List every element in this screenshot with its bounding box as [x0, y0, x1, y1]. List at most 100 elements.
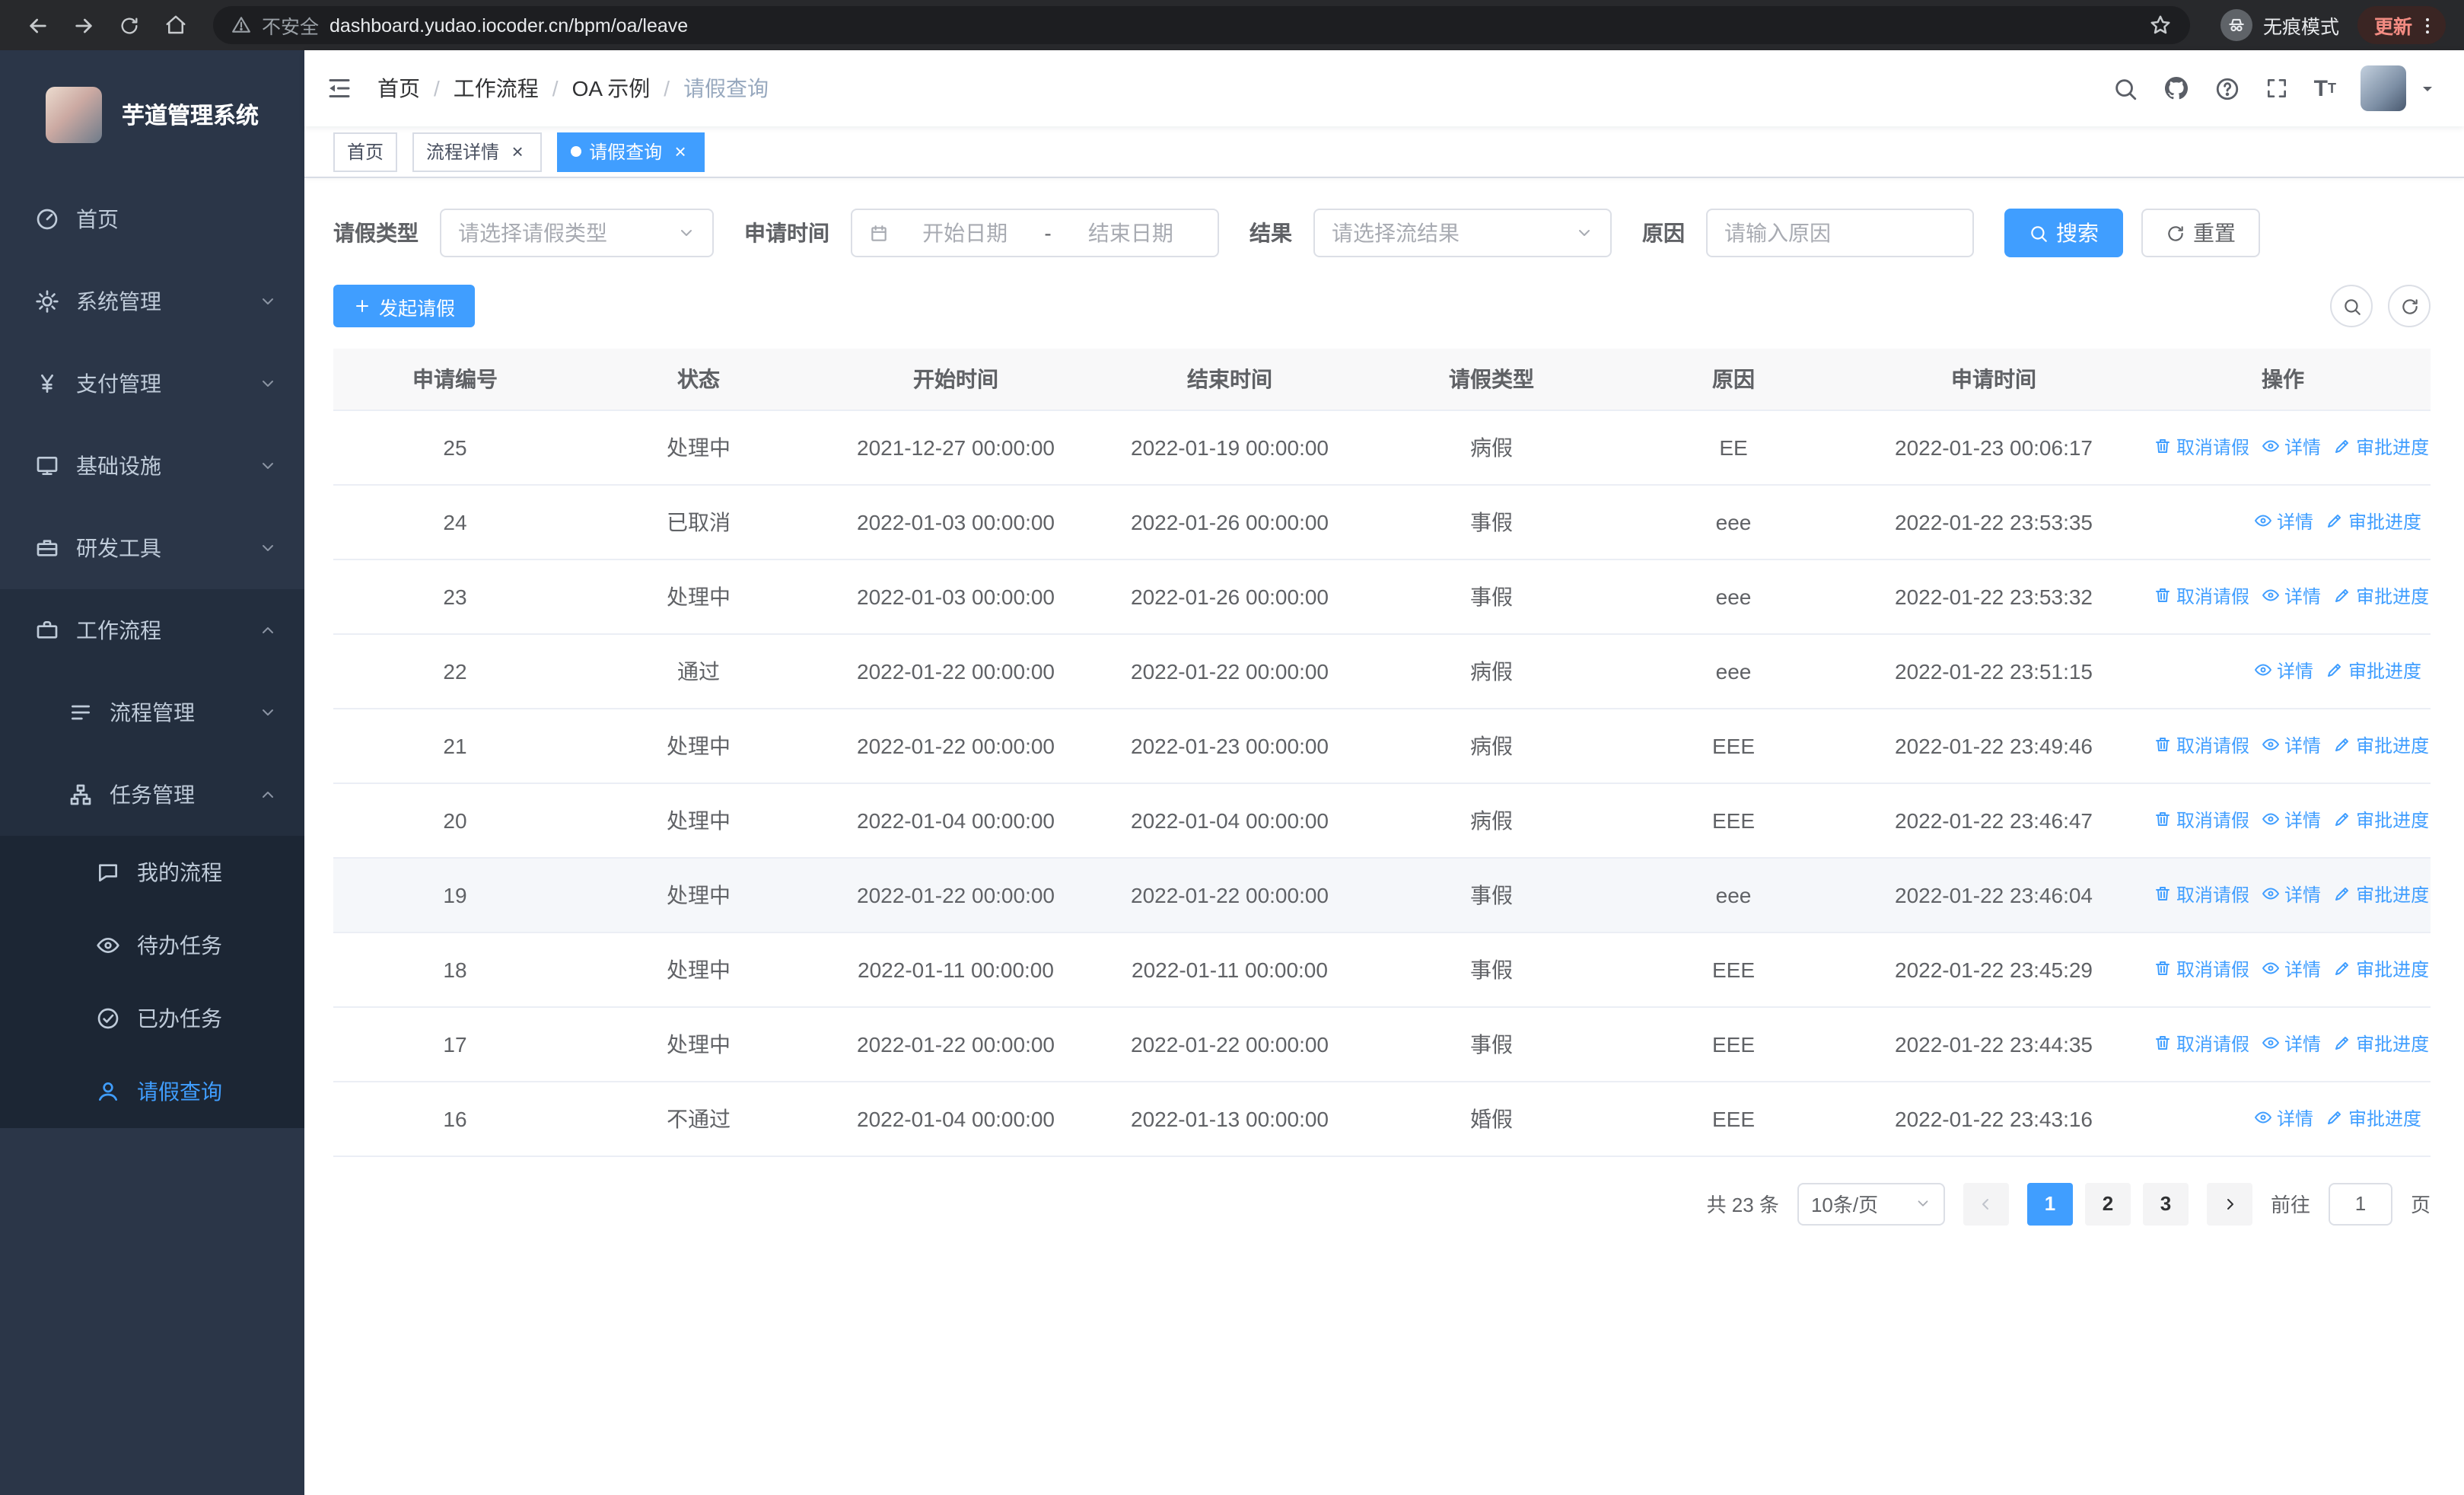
- address-bar[interactable]: 不安全 dashboard.yudao.iocoder.cn/bpm/oa/le…: [213, 6, 2190, 44]
- sidebar-toggle-icon[interactable]: [326, 75, 353, 102]
- approval-progress-link[interactable]: 审批进度: [2326, 1105, 2421, 1131]
- refresh-table-button[interactable]: [2388, 285, 2431, 327]
- detail-link[interactable]: 详情: [2262, 807, 2321, 833]
- cell-status: 处理中: [577, 783, 820, 858]
- reload-button[interactable]: [110, 5, 149, 45]
- breadcrumb-item[interactable]: 工作流程: [454, 73, 539, 104]
- cell-leave-type: 病假: [1368, 633, 1615, 709]
- search-button[interactable]: 搜索: [2004, 209, 2123, 257]
- security-label: 不安全: [262, 17, 320, 38]
- sidebar-item-my-process[interactable]: 我的流程: [0, 836, 304, 909]
- cancel-leave-link[interactable]: 取消请假: [2154, 732, 2249, 758]
- table-row: 22 通过 2022-01-22 00:00:00 2022-01-22 00:00:…: [333, 633, 2431, 709]
- detail-link[interactable]: 详情: [2262, 732, 2321, 758]
- back-button[interactable]: [18, 5, 58, 45]
- table-row: 18 处理中 2022-01-11 00:00:00 2022-01-11 00:00…: [333, 932, 2431, 1007]
- menu-label: 已办任务: [137, 1006, 222, 1031]
- tab-leave-query[interactable]: 请假查询 ×: [557, 132, 705, 171]
- approval-progress-link[interactable]: 审批进度: [2333, 956, 2429, 982]
- update-label: 更新: [2373, 17, 2412, 38]
- detail-link[interactable]: 详情: [2262, 583, 2321, 609]
- close-icon[interactable]: ×: [670, 141, 691, 162]
- font-size-icon[interactable]: TT: [2314, 77, 2336, 100]
- sidebar-item-done-tasks[interactable]: 已办任务: [0, 982, 304, 1055]
- approval-progress-link[interactable]: 审批进度: [2326, 658, 2421, 684]
- breadcrumb-item[interactable]: 首页: [377, 73, 420, 104]
- detail-link[interactable]: 详情: [2262, 881, 2321, 907]
- fullscreen-icon[interactable]: [2265, 76, 2290, 100]
- detail-link[interactable]: 详情: [2254, 508, 2313, 534]
- sidebar-item-task-management[interactable]: 任务管理: [0, 754, 304, 836]
- approval-progress-link[interactable]: 审批进度: [2333, 881, 2429, 907]
- reset-button[interactable]: 重置: [2141, 209, 2260, 257]
- cell-leave-type: 事假: [1368, 559, 1615, 634]
- sidebar-item-infrastructure[interactable]: 基础设施: [0, 425, 304, 507]
- approval-progress-link[interactable]: 审批进度: [2333, 1031, 2429, 1057]
- tab-process-detail[interactable]: 流程详情 ×: [412, 132, 543, 171]
- tab-home[interactable]: 首页: [333, 132, 398, 171]
- help-icon[interactable]: [2215, 75, 2241, 101]
- cancel-leave-link[interactable]: 取消请假: [2154, 583, 2249, 609]
- cell-start-time: 2022-01-22 00:00:00: [820, 857, 1091, 932]
- approval-progress-link[interactable]: 审批进度: [2326, 508, 2421, 534]
- sidebar-item-workflow[interactable]: 工作流程: [0, 589, 304, 671]
- cancel-leave-link[interactable]: 取消请假: [2154, 434, 2249, 460]
- search-icon[interactable]: [2113, 75, 2139, 101]
- prev-page-button[interactable]: [1963, 1182, 2009, 1225]
- breadcrumb-item[interactable]: OA 示例: [572, 73, 651, 104]
- goto-page-input[interactable]: [2328, 1182, 2392, 1225]
- next-page-button[interactable]: [2206, 1182, 2252, 1225]
- table-row: 23 处理中 2022-01-03 00:00:00 2022-01-26 00:00…: [333, 559, 2431, 634]
- browser-update-button[interactable]: 更新: [2357, 6, 2446, 44]
- sidebar-item-dev-tools[interactable]: 研发工具: [0, 507, 304, 589]
- sidebar-item-leave-query[interactable]: 请假查询: [0, 1055, 304, 1128]
- sidebar-item-payment-management[interactable]: 支付管理: [0, 343, 304, 425]
- reason-label: 原因: [1642, 221, 1685, 245]
- cell-reason: EEE: [1615, 932, 1852, 1007]
- approval-progress-link[interactable]: 审批进度: [2333, 807, 2429, 833]
- leave-type-select[interactable]: 请选择请假类型: [440, 209, 714, 257]
- cancel-leave-link[interactable]: 取消请假: [2154, 956, 2249, 982]
- page-button-1[interactable]: 1: [2026, 1182, 2073, 1225]
- github-icon[interactable]: [2163, 75, 2191, 102]
- sidebar-item-system-management[interactable]: 系统管理: [0, 260, 304, 343]
- apply-time-range-picker[interactable]: 开始日期 - 结束日期: [851, 209, 1219, 257]
- cell-status: 处理中: [577, 1006, 820, 1082]
- detail-link[interactable]: 详情: [2262, 1031, 2321, 1057]
- app-logo[interactable]: 芋道管理系统: [0, 50, 304, 178]
- approval-progress-link[interactable]: 审批进度: [2333, 732, 2429, 758]
- page-size-select[interactable]: 10条/页: [1797, 1182, 1945, 1225]
- menu-dots-icon[interactable]: [2417, 14, 2438, 36]
- approval-progress-link[interactable]: 审批进度: [2333, 583, 2429, 609]
- detail-link[interactable]: 详情: [2262, 434, 2321, 460]
- bookmark-star-icon[interactable]: [2149, 14, 2172, 37]
- sidebar-item-todo-tasks[interactable]: 待办任务: [0, 909, 304, 982]
- cancel-leave-link[interactable]: 取消请假: [2154, 807, 2249, 833]
- sidebar-item-process-management[interactable]: 流程管理: [0, 671, 304, 754]
- detail-link[interactable]: 详情: [2262, 956, 2321, 982]
- caret-down-icon[interactable]: [2418, 79, 2437, 97]
- forward-button[interactable]: [64, 5, 103, 45]
- create-leave-button[interactable]: 发起请假: [333, 285, 476, 327]
- cancel-leave-link[interactable]: 取消请假: [2154, 1031, 2249, 1057]
- cell-status: 通过: [577, 633, 820, 709]
- toggle-search-button[interactable]: [2330, 285, 2373, 327]
- result-select[interactable]: 请选择流结果: [1313, 209, 1612, 257]
- reason-input[interactable]: [1706, 209, 1974, 257]
- detail-link[interactable]: 详情: [2254, 658, 2313, 684]
- detail-link[interactable]: 详情: [2254, 1105, 2313, 1131]
- user-icon: [94, 1079, 120, 1104]
- browser-home-button[interactable]: [155, 5, 195, 45]
- cancel-leave-link[interactable]: 取消请假: [2154, 881, 2249, 907]
- cell-no: 19: [333, 857, 577, 932]
- approval-progress-link[interactable]: 审批进度: [2333, 434, 2429, 460]
- close-icon[interactable]: ×: [507, 141, 528, 162]
- page-button-2[interactable]: 2: [2084, 1182, 2131, 1225]
- avatar[interactable]: [2361, 65, 2406, 111]
- page-button-3[interactable]: 3: [2142, 1182, 2189, 1225]
- chevron-down-icon: [1915, 1195, 1931, 1212]
- sidebar-item-home[interactable]: 首页: [0, 178, 304, 260]
- menu-label: 流程管理: [110, 700, 195, 725]
- cell-leave-type: 病假: [1368, 783, 1615, 858]
- chevron-up-icon: [259, 786, 277, 804]
